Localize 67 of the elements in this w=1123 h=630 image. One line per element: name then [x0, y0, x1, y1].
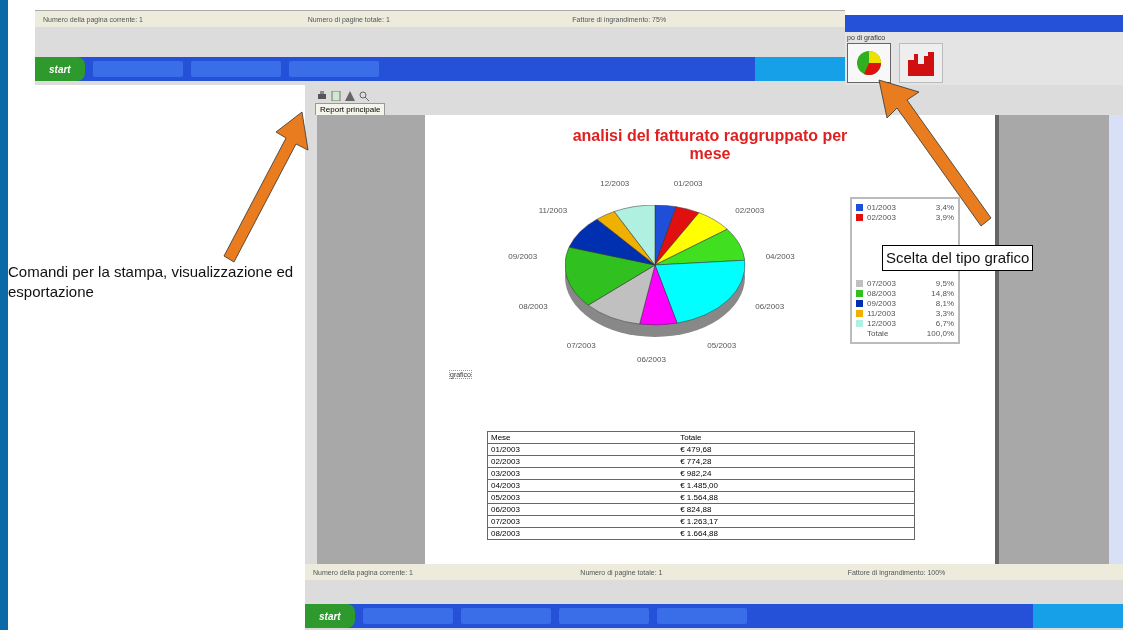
pie-label: 01/2003 — [673, 178, 703, 188]
table-cell: € 824,88 — [677, 503, 915, 516]
table-cell: 07/2003 — [487, 515, 678, 528]
legend-value: 6,7% — [935, 319, 954, 328]
taskbar-button[interactable] — [190, 61, 281, 77]
annotation-text: Comandi per la stampa, visualizzazione ed esportazione — [8, 262, 295, 302]
legend-label: 01/2003 — [867, 203, 896, 212]
legend-value: 3,3% — [935, 309, 954, 318]
table-cell: € 479,68 — [677, 443, 915, 456]
legend-label: 11/2003 — [867, 309, 896, 318]
pie-label: 11/2003 — [538, 206, 568, 216]
start-button[interactable]: start — [305, 604, 355, 628]
legend-label: Totale — [867, 329, 889, 338]
table-cell: € 982,24 — [677, 467, 915, 480]
export-icon[interactable] — [345, 91, 355, 101]
taskbar-button[interactable] — [92, 61, 183, 77]
pie-label: 05/2003 — [707, 340, 737, 350]
bar-chart-icon — [906, 50, 936, 76]
legend-value: 100,0% — [926, 329, 954, 338]
document-icon[interactable] — [331, 91, 341, 101]
legend-label: 08/2003 — [867, 289, 896, 298]
taskbar-button[interactable] — [558, 608, 649, 624]
callout-box: Scelta del tipo grafico — [882, 245, 1034, 271]
column-header: Mese — [487, 431, 678, 444]
legend-label: 12/2003 — [867, 319, 896, 328]
pie-label: 02/2003 — [735, 206, 765, 216]
legend-value: 3,9% — [935, 213, 954, 222]
table-cell: € 1.664,88 — [677, 527, 915, 540]
table-cell: € 1.485,00 — [677, 479, 915, 492]
table-cell: € 774,28 — [677, 455, 915, 468]
scrollbar[interactable] — [1109, 115, 1123, 564]
pie-label: 09/2003 — [508, 252, 538, 262]
table-cell: 04/2003 — [487, 479, 678, 492]
pie-label: 06/2003 — [637, 355, 666, 364]
pie-label: 07/2003 — [566, 340, 596, 350]
pie-label: 06/2003 — [755, 302, 785, 312]
tab[interactable]: Report principale — [315, 103, 386, 115]
zoom-icon[interactable] — [359, 91, 369, 101]
table-cell: 08/2003 — [487, 527, 678, 540]
pie-label: 04/2003 — [765, 252, 795, 262]
taskbar-button[interactable] — [288, 61, 379, 77]
legend-label: 02/2003 — [867, 213, 896, 222]
taskbar-button[interactable] — [656, 608, 747, 624]
taskbar-button[interactable] — [460, 608, 551, 624]
chart-type-button[interactable] — [899, 43, 943, 83]
print-icon[interactable] — [317, 91, 327, 101]
table-cell: 05/2003 — [487, 491, 678, 504]
legend-label: 07/2003 — [867, 279, 896, 288]
start-button[interactable]: start — [35, 57, 85, 81]
legend-value: 14,8% — [931, 289, 954, 298]
table-cell: 02/2003 — [487, 455, 678, 468]
table-cell: 06/2003 — [487, 503, 678, 516]
report-title: analisi del fatturato raggruppato per mese — [571, 127, 849, 163]
taskbar-button[interactable] — [362, 608, 453, 624]
column-header: Totale — [677, 431, 915, 444]
table-cell: 03/2003 — [487, 467, 678, 480]
pie-chart-icon — [854, 50, 884, 76]
table-cell: 01/2003 — [487, 443, 678, 456]
chart-type-button[interactable] — [847, 43, 891, 83]
legend-value: 9,5% — [935, 279, 954, 288]
pie-label: 08/2003 — [518, 302, 548, 312]
pie-label: 12/2003 — [600, 178, 630, 188]
table-cell: € 1.263,17 — [677, 515, 915, 528]
legend-value: 8,1% — [935, 299, 954, 308]
legend-label: 09/2003 — [867, 299, 896, 308]
table-cell: € 1.564,88 — [677, 491, 915, 504]
legend-value: 3,4% — [935, 203, 954, 212]
